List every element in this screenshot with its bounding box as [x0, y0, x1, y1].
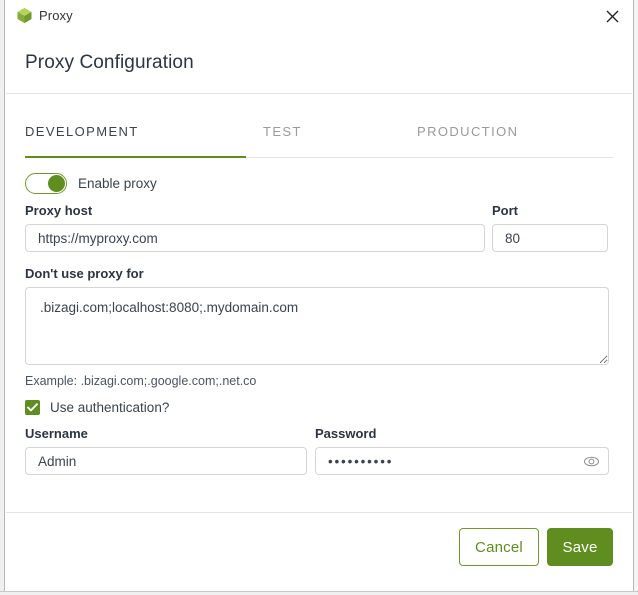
eye-icon[interactable]: [583, 453, 600, 470]
window-edge-right: [633, 0, 638, 595]
use-authentication-checkbox[interactable]: [25, 400, 40, 415]
tab-active-indicator: [25, 156, 246, 158]
password-input[interactable]: [315, 447, 609, 475]
use-authentication-row[interactable]: Use authentication?: [25, 400, 169, 415]
port-input[interactable]: [492, 224, 608, 252]
title-bar: Proxy: [6, 0, 632, 31]
proxy-dialog-window: Proxy Proxy Configuration DEVELOPMENT TE…: [0, 0, 638, 595]
enable-proxy-label: Enable proxy: [78, 175, 157, 191]
close-icon[interactable]: [598, 2, 626, 30]
password-field-wrapper: [315, 447, 609, 475]
enable-proxy-row: Enable proxy: [25, 172, 157, 194]
example-hint: Example: .bizagi.com;.google.com;.net.co: [25, 374, 257, 388]
check-icon: [27, 403, 38, 412]
window-title: Proxy: [39, 8, 73, 23]
save-button[interactable]: Save: [547, 528, 613, 566]
tab-bar: DEVELOPMENT TEST PRODUCTION: [25, 124, 613, 158]
proxy-host-label: Proxy host: [25, 203, 93, 218]
use-authentication-label: Use authentication?: [50, 400, 170, 415]
window-edge-bottom: [0, 591, 638, 595]
cube-icon: [16, 7, 33, 24]
footer-divider: [6, 512, 632, 513]
header-divider: [6, 93, 632, 94]
username-label: Username: [25, 426, 88, 441]
cancel-button[interactable]: Cancel: [459, 528, 539, 566]
tab-test[interactable]: TEST: [263, 124, 302, 150]
no-proxy-textarea[interactable]: .bizagi.com;localhost:8080;.mydomain.com: [25, 287, 609, 365]
tab-production[interactable]: PRODUCTION: [417, 124, 518, 150]
password-label: Password: [315, 426, 377, 441]
page-title: Proxy Configuration: [25, 52, 194, 73]
enable-proxy-toggle[interactable]: [25, 172, 67, 194]
username-input[interactable]: [25, 447, 307, 475]
window-edge-left: [0, 0, 5, 595]
port-label: Port: [492, 203, 518, 218]
tab-development[interactable]: DEVELOPMENT: [25, 124, 139, 150]
no-proxy-label: Don't use proxy for: [25, 266, 144, 281]
toggle-knob: [48, 174, 65, 192]
proxy-host-input[interactable]: [25, 224, 485, 252]
